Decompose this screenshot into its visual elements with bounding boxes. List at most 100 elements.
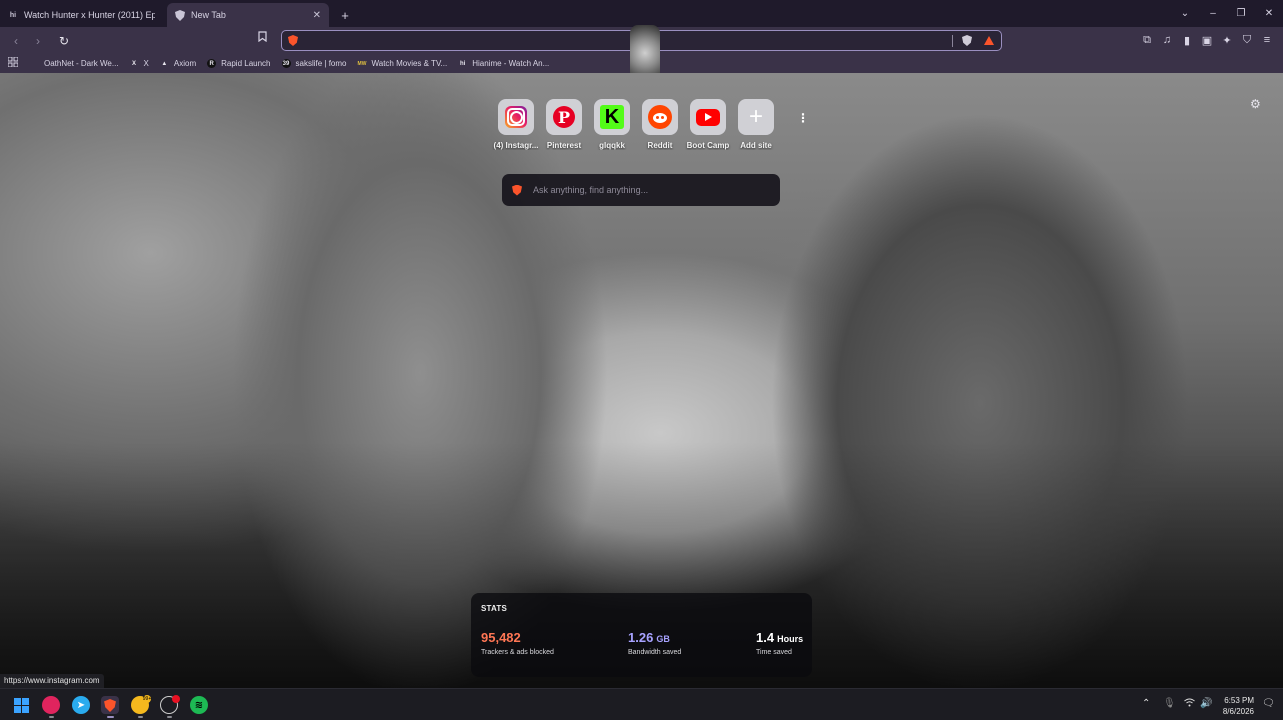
menu-icon[interactable]: ≡: [1259, 31, 1275, 49]
stat-value: 95,482: [481, 630, 554, 645]
running-indicator: [167, 716, 172, 718]
top-sites-more-icon[interactable]: ⋮: [797, 111, 809, 125]
tab-title: Watch Hunter x Hunter (2011) Episod: [24, 10, 155, 20]
active-indicator: [107, 716, 114, 718]
wifi-icon[interactable]: [1184, 698, 1195, 710]
bookmark-oathnet[interactable]: OathNet - Dark We...: [44, 59, 119, 68]
top-site-youtube[interactable]: Boot Camp: [687, 99, 729, 150]
toolbar-right-icons: ⧉ ♫ ▮ ▣ ✦ ⛉ ≡: [1139, 31, 1275, 49]
bookmark-label: OathNet - Dark We...: [44, 59, 119, 68]
stat-trackers: 95,482 Trackers & ads blocked: [481, 630, 554, 656]
tab-title: New Tab: [191, 10, 226, 20]
x-logo-icon: X: [132, 60, 137, 67]
tile[interactable]: K: [594, 99, 630, 135]
clock-time: 6:53 PM: [1224, 696, 1254, 705]
telegram-icon[interactable]: ➤: [72, 696, 90, 714]
tab-new-tab[interactable]: New Tab ✕: [167, 3, 329, 27]
system-clock[interactable]: 6:53 PM 8/6/2026: [1216, 695, 1254, 717]
sakslife-logo-icon: 39: [281, 59, 291, 68]
search-box[interactable]: [502, 174, 780, 206]
instagram-icon: [505, 106, 527, 128]
maximize-button[interactable]: ❐: [1227, 8, 1255, 19]
top-site-kick[interactable]: K glqqkk: [593, 99, 631, 150]
tab-search-dropdown-icon[interactable]: ⌄: [1171, 8, 1199, 19]
stat-value: 1.4 Hours: [756, 630, 803, 645]
tab-hunter-x-hunter[interactable]: hi Watch Hunter x Hunter (2011) Episod: [0, 3, 163, 27]
taskbar: ➤ 99+ ≋ ⌃ 🎙 🔊 6:53 PM 8/6/2026 🗨: [0, 688, 1283, 720]
music-icon[interactable]: ♫: [1159, 31, 1175, 49]
search-input[interactable]: [533, 185, 763, 195]
spotify-icon[interactable]: ≋: [190, 696, 208, 714]
reddit-icon: [648, 105, 672, 129]
new-tab-button[interactable]: +: [333, 3, 357, 27]
bookmark-sakslife[interactable]: 39 sakslife | fomo: [281, 59, 347, 68]
tab-strip: hi Watch Hunter x Hunter (2011) Episod N…: [0, 0, 1283, 27]
movies-logo-icon: MW: [357, 60, 367, 67]
brave-rewards-icon[interactable]: [984, 36, 994, 45]
stats-header: STATS: [481, 604, 508, 613]
bookmark-rapid-launch[interactable]: R Rapid Launch: [207, 59, 271, 68]
top-site-pinterest[interactable]: P Pinterest: [545, 99, 583, 150]
brave-shields-icon[interactable]: [962, 35, 972, 46]
tile[interactable]: [642, 99, 678, 135]
leo-icon[interactable]: ✦: [1219, 31, 1235, 49]
tile[interactable]: [498, 99, 534, 135]
tile[interactable]: +: [738, 99, 774, 135]
stats-widget: STATS 95,482 Trackers & ads blocked 1.26…: [471, 593, 812, 677]
youtube-icon: [696, 108, 720, 126]
add-site-button[interactable]: + Add site: [737, 99, 775, 150]
wallet-icon[interactable]: ▣: [1199, 31, 1215, 49]
apps-grid-icon[interactable]: [7, 56, 19, 70]
settings-gear-icon[interactable]: ⚙: [1250, 97, 1261, 111]
vpn-icon[interactable]: ⛉: [1239, 31, 1255, 49]
bookmark-axiom[interactable]: ▲ Axiom: [160, 59, 196, 68]
bookmark-hianime[interactable]: hi Hianime - Watch An...: [458, 59, 549, 68]
bookmark-label: Watch Movies & TV...: [371, 59, 448, 68]
brave-lion-icon: [512, 184, 522, 196]
bookmark-label: X: [143, 59, 149, 68]
bookmark-label: Hianime - Watch An...: [472, 59, 550, 68]
kick-icon: K: [600, 105, 624, 129]
app-red-icon[interactable]: [42, 696, 60, 714]
notification-center-icon[interactable]: 🗨: [1262, 698, 1275, 709]
bookmark-label: sakslife | fomo: [295, 59, 347, 68]
axiom-logo-icon: ▲: [161, 60, 168, 67]
stat-caption: Trackers & ads blocked: [481, 649, 554, 656]
window-controls: ⌄ – ❐ ✕: [1171, 0, 1283, 27]
close-window-button[interactable]: ✕: [1255, 8, 1283, 19]
microphone-icon[interactable]: 🎙: [1163, 698, 1176, 709]
forward-button[interactable]: ›: [28, 31, 48, 51]
reload-button[interactable]: ↻: [54, 31, 74, 51]
top-site-reddit[interactable]: Reddit: [641, 99, 679, 150]
status-bar-url: https://www.instagram.com: [0, 674, 104, 688]
bookmark-x[interactable]: X X: [130, 59, 149, 68]
tile[interactable]: [690, 99, 726, 135]
notification-badge: 99+: [142, 695, 152, 703]
stat-value: 1.26 GB: [628, 630, 681, 645]
stat-caption: Bandwidth saved: [628, 649, 682, 656]
clock-date: 8/6/2026: [1222, 707, 1254, 716]
back-button[interactable]: ‹: [6, 31, 26, 51]
trackers-value: 95,482: [481, 630, 521, 645]
time-unit: Hours: [777, 634, 804, 644]
tray-chevron-icon[interactable]: ⌃: [1142, 698, 1150, 709]
top-site-instagram[interactable]: (4) Instagr...: [494, 99, 538, 150]
bookmark-label: Axiom: [173, 59, 197, 68]
close-tab-icon[interactable]: ✕: [313, 10, 321, 21]
tile[interactable]: P: [546, 99, 582, 135]
bookmark-icon[interactable]: [258, 31, 267, 45]
minimize-button[interactable]: –: [1199, 8, 1227, 19]
bookmark-watch-movies[interactable]: MW Watch Movies & TV...: [357, 59, 448, 68]
top-site-label: Add site: [740, 141, 772, 150]
running-indicator: [138, 716, 143, 718]
top-sites: (4) Instagr... P Pinterest K glqqkk Redd…: [494, 99, 775, 150]
plus-icon: +: [748, 103, 763, 130]
brave-browser-icon[interactable]: [101, 696, 119, 714]
rapid-launch-logo-icon: R: [207, 59, 217, 68]
brave-lion-icon: [288, 35, 298, 46]
sidebar-icon[interactable]: ▮: [1179, 31, 1195, 49]
windows-start-icon[interactable]: [12, 696, 30, 714]
volume-icon[interactable]: 🔊: [1200, 698, 1212, 709]
bandwidth-unit: GB: [656, 634, 670, 644]
puzzle-icon[interactable]: ⧉: [1139, 31, 1155, 49]
